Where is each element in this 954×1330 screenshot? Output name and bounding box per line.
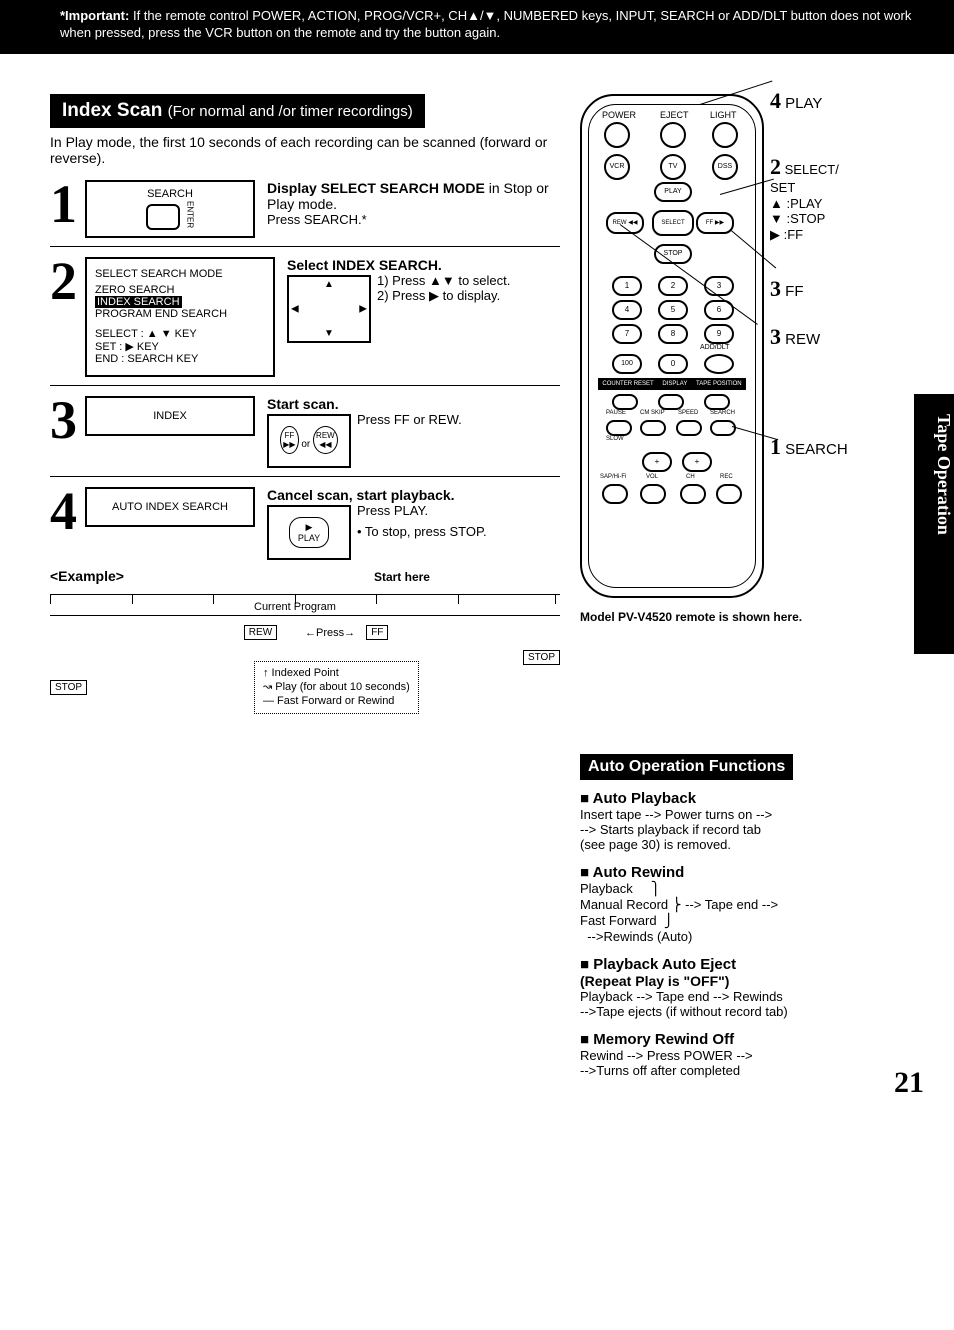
step4-display: AUTO INDEX SEARCH	[85, 487, 255, 527]
search-remote-button	[710, 420, 736, 436]
power-button	[604, 122, 630, 148]
vcr-button: VCR	[604, 154, 630, 180]
divider	[50, 246, 560, 247]
callout-ff: 3 FF	[770, 276, 804, 302]
page-number: 21	[894, 1066, 924, 1100]
banner-lead: *Important:	[60, 8, 129, 23]
callout-rew: 3 REW	[770, 324, 820, 350]
callout-search: 1 SEARCH	[770, 434, 848, 460]
memory-rewind-off: Memory Rewind Off Rewind --> Press POWER…	[580, 1031, 870, 1078]
light-button	[712, 122, 738, 148]
step1-display: SEARCH ENTER	[85, 180, 255, 238]
step-number: 4	[50, 487, 77, 536]
important-banner: *Important: If the remote control POWER,…	[0, 0, 954, 54]
step-number: 3	[50, 396, 77, 445]
example-timeline: Current Program REW ←Press→ FF STOP STOP…	[50, 594, 560, 714]
add-dlt-button	[704, 354, 734, 374]
dpad-mini-diagram: ▲ ▼ ▶ ◀	[287, 275, 371, 343]
example-block: <Example> Start here Current Program REW…	[50, 568, 560, 714]
banner-text: If the remote control POWER, ACTION, PRO…	[60, 8, 911, 40]
step-1: 1 SEARCH ENTER Display SELECT SEARCH MOD…	[50, 180, 560, 238]
step3-display: INDEX	[85, 396, 255, 436]
step2-osd: SELECT SEARCH MODE ZERO SEARCH INDEX SEA…	[85, 257, 275, 377]
side-tab: Tape Operation	[914, 394, 954, 654]
dss-button: DSS	[712, 154, 738, 180]
eject-button	[660, 122, 686, 148]
tv-button: TV	[660, 154, 686, 180]
auto-playback: Auto Playback Insert tape --> Power turn…	[580, 790, 870, 852]
step-2: 2 SELECT SEARCH MODE ZERO SEARCH INDEX S…	[50, 257, 560, 377]
dpad-cluster: PLAY STOP REW ◀◀ FF ▶▶ SELECT	[620, 188, 720, 258]
play-diagram: ▶PLAY	[267, 505, 351, 560]
remote-diagram: POWER EJECT LIGHT VCR TV DSS PLAY STOP R…	[580, 94, 764, 598]
callout-play: 4 PLAY	[770, 88, 822, 114]
section-title: Index Scan (For normal and /or timer rec…	[50, 94, 425, 128]
step-number: 2	[50, 257, 77, 306]
legend-box: ↑ Indexed Point ↝ Play (for about 10 sec…	[254, 661, 419, 714]
auto-functions-title: Auto Operation Functions	[580, 754, 793, 780]
step-3: 3 INDEX Start scan. FF▶▶ or REW◀◀ Press …	[50, 396, 560, 468]
step-number: 1	[50, 180, 77, 229]
step-4: 4 AUTO INDEX SEARCH Cancel scan, start p…	[50, 487, 560, 560]
intro-text: In Play mode, the first 10 seconds of ea…	[50, 134, 560, 166]
model-note: Model PV-V4520 remote is shown here.	[580, 610, 840, 624]
auto-eject: Playback Auto Eject (Repeat Play is "OFF…	[580, 956, 870, 1019]
label-strip: COUNTER RESET DISPLAY TAPE POSITION	[598, 378, 746, 390]
divider	[50, 476, 560, 477]
callout-select: 2 SELECT/ SET ▲ :PLAY ▼ :STOP ▶ :FF	[770, 154, 839, 243]
divider	[50, 385, 560, 386]
auto-rewind: Auto Rewind Playback ⎫ Manual Record ⎬ -…	[580, 864, 870, 944]
search-button-icon	[146, 204, 180, 230]
ff-rew-diagram: FF▶▶ or REW◀◀	[267, 414, 351, 468]
